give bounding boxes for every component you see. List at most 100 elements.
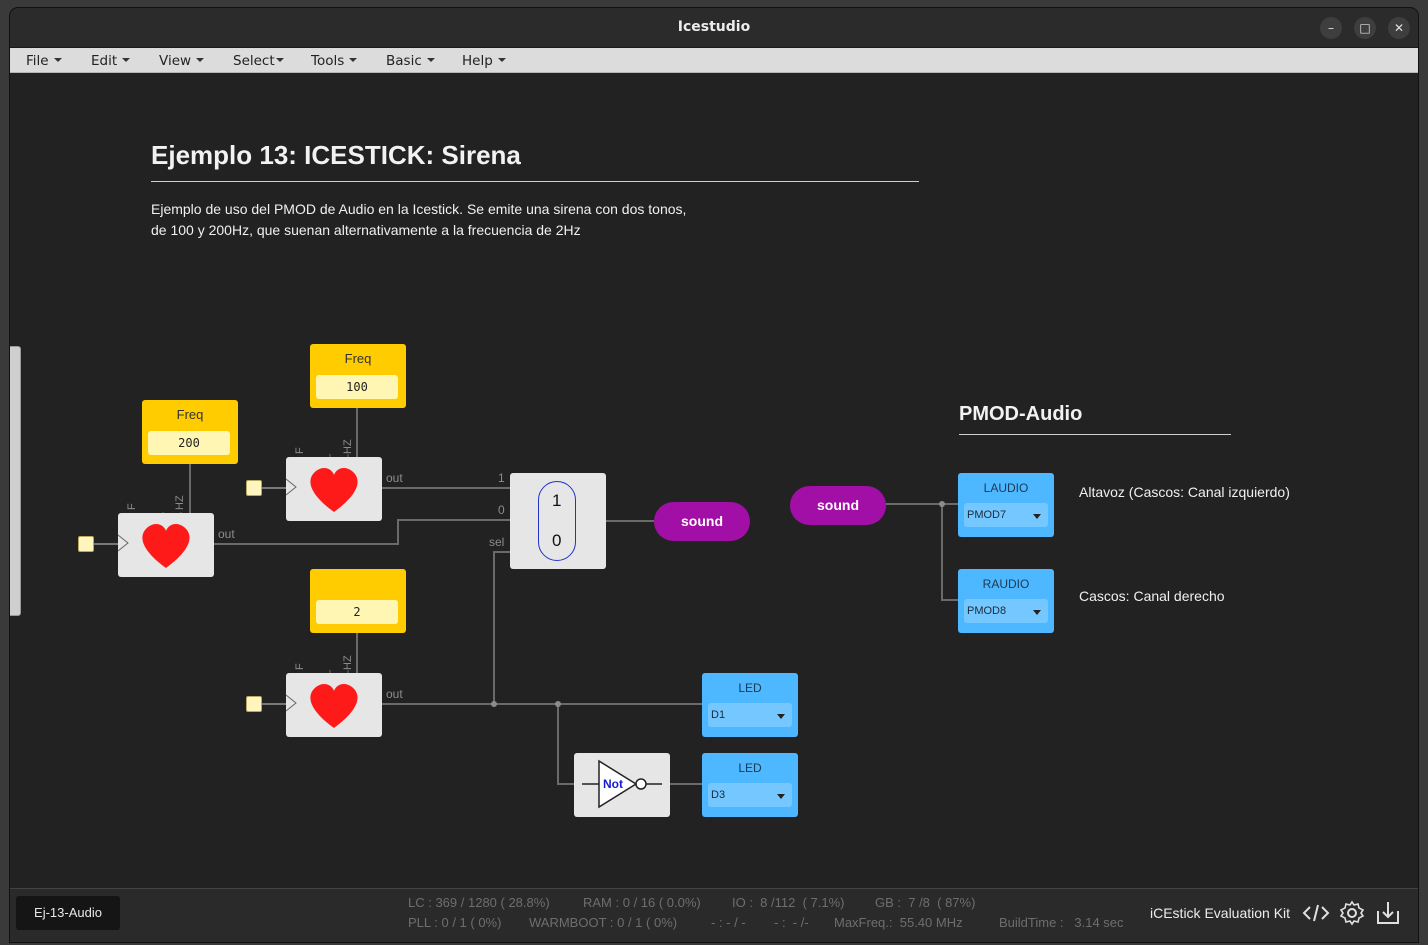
chevron-down-icon [122, 58, 131, 62]
port-out-label: out [218, 527, 235, 541]
output-label: LED [738, 761, 762, 775]
heart-icon [285, 468, 358, 512]
output-label: RAUDIO [982, 577, 1030, 591]
stat-ram: RAM : 0 / 16 ( 0.0%) [583, 895, 701, 910]
pin-select-value: PMOD8 [967, 605, 1007, 617]
output-led-d3[interactable]: LED D3 [702, 753, 798, 817]
pin-select[interactable]: D1 [708, 703, 792, 727]
stat-buildtime: BuildTime : 3.14 sec [999, 915, 1124, 930]
constant-value-input[interactable]: 100 [316, 375, 398, 399]
pmod-divider [959, 434, 1231, 435]
tab-project[interactable]: Ej-13-Audio [16, 896, 120, 930]
constant-freq-200[interactable]: Freq 200 [142, 400, 238, 464]
menu-edit-label: Edit [91, 53, 118, 69]
output-led-d1[interactable]: LED D1 [702, 673, 798, 737]
heart-icon [285, 684, 358, 728]
menu-basic[interactable]: Basic [386, 53, 435, 69]
menu-basic-label: Basic [386, 53, 422, 69]
menu-tools[interactable]: Tools [311, 53, 358, 69]
pin-select-value: PMOD7 [967, 509, 1007, 521]
maximize-icon[interactable]: □ [1354, 17, 1376, 39]
stat-gb: GB : 7 /8 ( 87%) [875, 895, 976, 910]
stat-pll: PLL : 0 / 1 ( 0%) [408, 915, 502, 930]
stat-io: IO : 8 /112 ( 7.1%) [732, 895, 845, 910]
clock-input-box[interactable] [246, 480, 262, 496]
output-label: LAUDIO [983, 481, 1029, 495]
pin-select[interactable]: D3 [708, 783, 792, 807]
app-window: Icestudio – □ ✕ File Edit View Select To… [10, 8, 1418, 942]
title-divider [151, 181, 919, 182]
output-label: LED [738, 681, 762, 695]
upload-icon[interactable] [1374, 899, 1402, 927]
menu-file[interactable]: File [26, 53, 62, 69]
port-f-label: F [294, 663, 306, 670]
heart-block-200[interactable] [117, 513, 214, 577]
pin-select[interactable]: PMOD7 [964, 503, 1048, 527]
chevron-down-icon [275, 58, 284, 62]
stat-maxfreq: MaxFreq.: 55.40 MHz [834, 915, 963, 930]
stat-dash1: - : - / - [711, 915, 746, 930]
port-out-label: out [386, 687, 403, 701]
port-hz-label: HZ [342, 439, 354, 454]
constant-value-input[interactable]: 200 [148, 431, 230, 455]
close-icon[interactable]: ✕ [1388, 17, 1410, 39]
doc-description-line1: Ejemplo de uso del PMOD de Audio en la I… [151, 201, 687, 217]
chevron-down-icon [426, 58, 435, 62]
mux-port-1-label: 1 [498, 471, 505, 485]
minimize-icon[interactable]: – [1320, 17, 1342, 39]
menu-view[interactable]: View [159, 53, 205, 69]
side-panel-handle[interactable] [10, 346, 21, 616]
mux-port-0-label: 0 [498, 503, 505, 517]
port-hz-label: HZ [342, 655, 354, 670]
window-title: Icestudio [677, 19, 751, 35]
constant-value-input[interactable]: 2 [316, 600, 398, 624]
chevron-down-icon [777, 794, 785, 799]
constant-label: Freq [176, 407, 204, 422]
mux-port-sel-label: sel [489, 535, 505, 549]
menu-edit[interactable]: Edit [91, 53, 131, 69]
left-channel-note: Altavoz (Cascos: Canal izquierdo) [1079, 484, 1290, 500]
port-hz-label: HZ [174, 495, 186, 510]
clock-input-box[interactable] [246, 696, 262, 712]
right-channel-note: Cascos: Canal derecho [1079, 588, 1225, 604]
chevron-down-icon [349, 58, 358, 62]
port-f-label: F [294, 447, 306, 454]
sound-output-label[interactable]: sound [654, 502, 750, 541]
code-icon[interactable] [1302, 899, 1330, 927]
clock-input-box[interactable] [78, 536, 94, 552]
port-out-label: out [386, 471, 403, 485]
constant-freq-100[interactable]: Freq 100 [310, 344, 406, 408]
pmod-title: PMOD-Audio [959, 403, 1083, 425]
heart-block-2[interactable] [285, 673, 382, 737]
statusbar: Ej-13-Audio LC : 369 / 1280 ( 28.8%) RAM… [10, 888, 1418, 942]
menu-select[interactable]: Select [233, 53, 284, 69]
output-laudio[interactable]: LAUDIO PMOD7 [958, 473, 1054, 537]
pin-select[interactable]: PMOD8 [964, 599, 1048, 623]
chevron-down-icon [196, 58, 205, 62]
board-name[interactable]: iCEstick Evaluation Kit [1150, 905, 1290, 921]
constant-label: Freq [344, 351, 372, 366]
doc-description-line2: de 100 y 200Hz, que suenan alternativame… [151, 222, 581, 238]
design-canvas[interactable]: Ejemplo 13: ICESTICK: Sirena Ejemplo de … [10, 74, 1418, 888]
menu-select-label: Select [233, 53, 275, 69]
port-f-label: F [126, 503, 138, 510]
sound-input-label[interactable]: sound [790, 486, 886, 525]
mux-block[interactable]: 1 0 [510, 473, 606, 569]
not-gate-label: Not [603, 777, 623, 791]
stat-dash2: - : - /- [774, 915, 809, 930]
menu-help[interactable]: Help [462, 53, 506, 69]
chevron-down-icon [1033, 610, 1041, 615]
gear-icon[interactable] [1338, 899, 1366, 927]
not-gate-block[interactable]: Not [574, 753, 670, 817]
pin-select-value: D1 [711, 709, 726, 721]
heart-block-100[interactable] [285, 457, 382, 521]
mux-input-1: 1 [552, 491, 562, 510]
chevron-down-icon [1033, 514, 1041, 519]
output-raudio[interactable]: RAUDIO PMOD8 [958, 569, 1054, 633]
heart-icon [117, 524, 190, 568]
stat-lc: LC : 369 / 1280 ( 28.8%) [408, 895, 550, 910]
pin-select-value: D3 [711, 789, 726, 801]
chevron-down-icon [777, 714, 785, 719]
constant-freq-2[interactable]: 2 [310, 569, 406, 633]
menu-view-label: View [159, 53, 192, 69]
